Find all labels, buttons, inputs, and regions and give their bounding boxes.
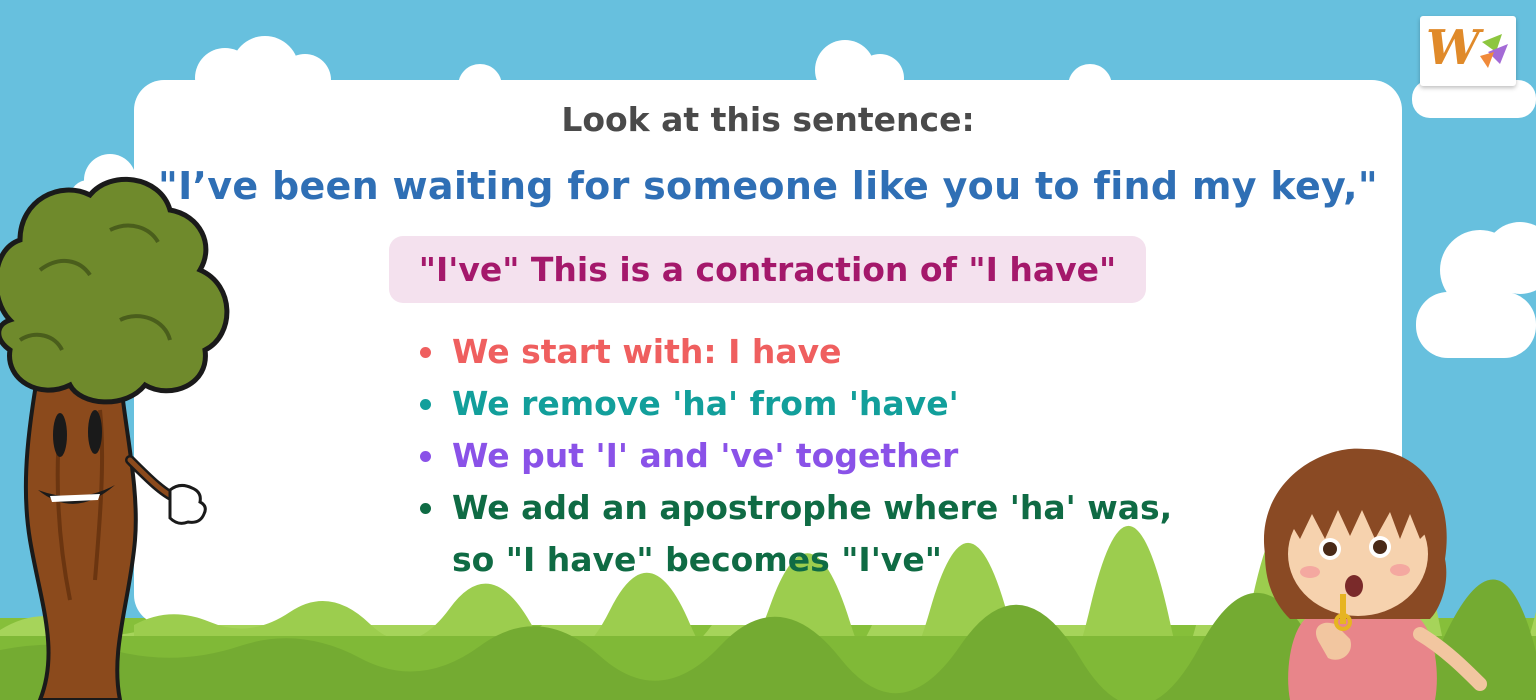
step-item: We remove 'ha' from 'have'	[414, 378, 1172, 430]
step-item: We start with: I have	[414, 326, 1172, 378]
brand-logo-icon: W	[1426, 20, 1480, 76]
step-text: We add an apostrophe where 'ha' was,	[452, 488, 1173, 527]
lesson-heading: Look at this sentence:	[561, 100, 975, 139]
bullet-dot	[420, 347, 431, 358]
explanation-text: "I've" This is a contraction of "I have"	[418, 250, 1117, 289]
tree-character-icon	[0, 177, 230, 700]
step-text: We remove 'ha' from 'have'	[452, 384, 959, 423]
step-text-continued: so "I have" becomes "I've"	[452, 540, 942, 579]
steps-list: We start with: I have We remove 'ha' fro…	[414, 326, 1172, 586]
bullet-dot	[420, 399, 431, 410]
step-item: We add an apostrophe where 'ha' was, so …	[414, 482, 1172, 586]
step-text: We start with: I have	[452, 332, 842, 371]
girl-character-icon	[1263, 448, 1487, 700]
bullet-dot	[420, 451, 431, 462]
bullet-dot	[420, 503, 431, 514]
step-item: We put 'I' and 've' together	[414, 430, 1172, 482]
logo-flag-icon	[1480, 34, 1508, 68]
step-text: We put 'I' and 've' together	[452, 436, 959, 475]
